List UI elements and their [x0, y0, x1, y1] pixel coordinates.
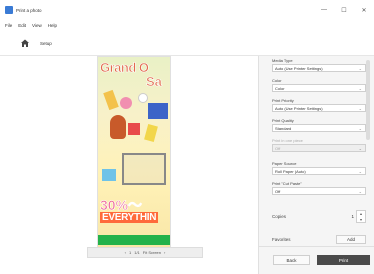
- poster-title-2: Sa: [146, 74, 163, 90]
- menu-file[interactable]: File: [5, 23, 12, 28]
- chevron-down-icon: ⌄: [358, 168, 362, 174]
- poster-teddy-bear: [110, 115, 126, 139]
- print-button[interactable]: Print: [317, 255, 370, 265]
- app-icon: [5, 6, 13, 14]
- menu-view[interactable]: View: [32, 23, 42, 28]
- chevron-down-icon: ⌄: [358, 125, 362, 131]
- home-icon[interactable]: [20, 38, 30, 48]
- print-quality-value: Standard: [275, 125, 292, 131]
- copies-label: Copies: [272, 213, 287, 219]
- poster-gift-yellow: [144, 123, 158, 143]
- poster-gift-red: [128, 123, 140, 135]
- print-preview-image: Grand O Sa 30%～ EVERYTHIN: [97, 56, 171, 253]
- color-select[interactable]: Color ⌄: [272, 84, 366, 92]
- color-value: Color: [275, 85, 285, 91]
- back-button[interactable]: Back: [273, 255, 310, 265]
- media-type-value: Auto (Use Printer Settings): [275, 65, 323, 71]
- print-priority-value: Auto (Use Printer Settings): [275, 105, 323, 111]
- menu-edit[interactable]: Edit: [18, 23, 26, 28]
- prev-page-icon[interactable]: ‹: [125, 250, 126, 255]
- chevron-down-icon[interactable]: ▾: [357, 217, 365, 223]
- app-window: Print a photo — ☐ ✕ File Edit View Help …: [0, 0, 374, 274]
- print-one-piece-select: Off ⌄: [272, 144, 366, 152]
- copies-row: Copies 1 ▴ ▾: [272, 209, 366, 223]
- copies-value[interactable]: 1: [351, 214, 354, 219]
- chevron-down-icon: ⌄: [358, 85, 362, 91]
- print-priority-select[interactable]: Auto (Use Printer Settings) ⌄: [272, 104, 366, 112]
- poster-ribbon: [103, 89, 119, 111]
- color-field: Color Color ⌄: [272, 78, 366, 92]
- toolbar: Setup: [0, 32, 374, 54]
- maximize-button[interactable]: ☐: [334, 0, 354, 20]
- favorites-label: Favorites: [272, 236, 291, 242]
- minimize-button[interactable]: —: [314, 0, 334, 20]
- poster-tag: [102, 169, 116, 181]
- print-cut-select[interactable]: Off ⌄: [272, 187, 366, 195]
- favorites-row: Favorites Add: [272, 234, 366, 244]
- poster-everything: EVERYTHIN: [100, 212, 159, 223]
- chevron-down-icon: ⌄: [358, 105, 362, 111]
- print-priority-field: Print Priority Auto (Use Printer Setting…: [272, 98, 366, 112]
- paper-source-select[interactable]: Roll Paper (Auto) ⌄: [272, 167, 366, 175]
- poster-balloon: [120, 97, 132, 109]
- first-page-button[interactable]: 1: [129, 250, 131, 255]
- menu-help[interactable]: Help: [48, 23, 57, 28]
- media-type-select[interactable]: Auto (Use Printer Settings) ⌄: [272, 64, 366, 72]
- breadcrumb-setup[interactable]: Setup: [40, 41, 52, 46]
- zoom-select[interactable]: Fit Screen: [143, 250, 161, 255]
- poster-shopping-cart: [122, 153, 166, 185]
- page-indicator: 1/1: [134, 250, 140, 255]
- print-one-piece-value: Off: [275, 145, 281, 151]
- chevron-down-icon: ⌄: [358, 145, 362, 151]
- media-type-field: Media Type Auto (Use Printer Settings) ⌄: [272, 58, 366, 72]
- print-one-piece-field: Print in one piece Off ⌄: [272, 138, 366, 152]
- window-title: Print a photo: [16, 7, 42, 13]
- paper-source-field: Paper Source Roll Paper (Auto) ⌄: [272, 161, 366, 175]
- menu-bar: File Edit View Help: [0, 20, 374, 30]
- preview-pager: ‹ 1 1/1 Fit Screen ›: [87, 247, 203, 258]
- title-bar: Print a photo — ☐ ✕: [0, 0, 374, 20]
- print-cut-value: Off: [275, 188, 281, 194]
- print-quality-select[interactable]: Standard ⌄: [272, 124, 366, 132]
- chevron-down-icon: ⌄: [358, 188, 362, 194]
- close-button[interactable]: ✕: [354, 0, 374, 20]
- poster-title-1: Grand O: [100, 60, 150, 76]
- poster-gift-box: [148, 103, 168, 119]
- print-cut-field: Print "Cut Paste" Off ⌄: [272, 181, 366, 195]
- add-favorite-button[interactable]: Add: [336, 234, 366, 244]
- settings-scrollbar[interactable]: [366, 60, 370, 140]
- paper-source-value: Roll Paper (Auto): [275, 168, 306, 174]
- panel-divider: [258, 246, 374, 247]
- copies-stepper[interactable]: ▴ ▾: [356, 209, 366, 223]
- poster-green-bar: [98, 235, 170, 245]
- chevron-down-icon: ⌄: [358, 65, 362, 71]
- next-page-icon[interactable]: ›: [164, 250, 165, 255]
- poster-ball: [138, 93, 148, 103]
- print-quality-field: Print Quality Standard ⌄: [272, 118, 366, 132]
